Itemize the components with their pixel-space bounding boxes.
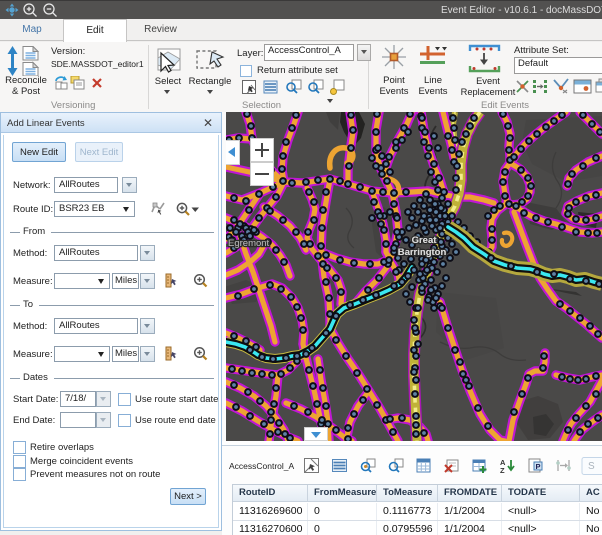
svg-text:Barrington: Barrington [398,247,447,258]
svg-text:S: S [588,461,595,472]
svg-text:Z: Z [500,466,505,475]
svg-text:Great: Great [412,235,438,246]
svg-text:P: P [536,462,541,471]
svg-text:Egremont: Egremont [228,238,270,249]
